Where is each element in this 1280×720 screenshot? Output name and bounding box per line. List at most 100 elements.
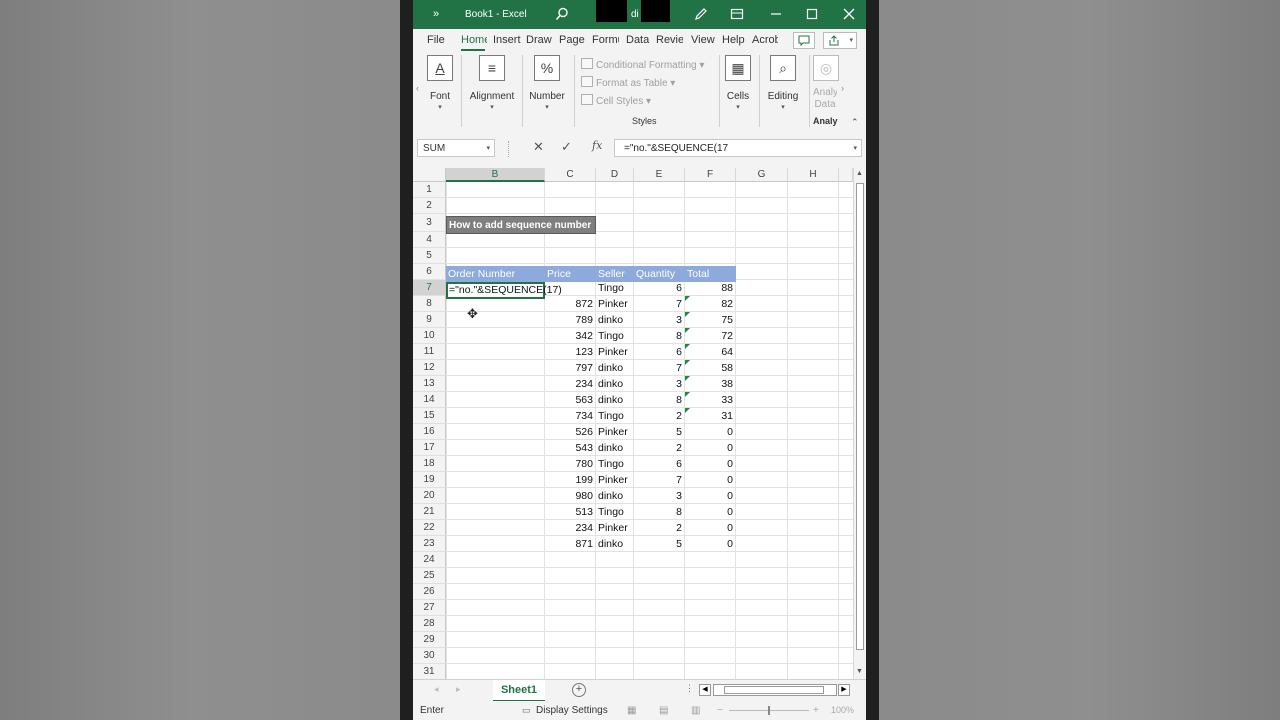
- price-cell[interactable]: 543: [545, 440, 596, 456]
- row-header-29[interactable]: 29: [413, 632, 446, 648]
- seller-cell[interactable]: dinko: [596, 312, 634, 328]
- quantity-cell[interactable]: 7: [634, 296, 685, 312]
- total-cell[interactable]: 82: [685, 296, 736, 312]
- price-cell[interactable]: 797: [545, 360, 596, 376]
- row-header-1[interactable]: 1: [413, 182, 446, 198]
- vertical-scrollbar[interactable]: ▲ ▼: [853, 168, 866, 679]
- error-indicator-icon[interactable]: [685, 296, 690, 301]
- row-header-11[interactable]: 11: [413, 344, 446, 360]
- row-header-2[interactable]: 2: [413, 198, 446, 214]
- row-header-28[interactable]: 28: [413, 616, 446, 632]
- price-cell[interactable]: 123: [545, 344, 596, 360]
- seller-cell[interactable]: dinko: [596, 360, 634, 376]
- display-settings-button[interactable]: Display Settings: [536, 705, 608, 716]
- column-header-d[interactable]: D: [596, 168, 634, 182]
- scroll-up-icon[interactable]: ▲: [856, 170, 863, 177]
- editing-button[interactable]: ⌕ Editing ▾: [765, 55, 801, 111]
- tab-page-layout[interactable]: Page: [559, 34, 585, 46]
- prev-sheet-icon[interactable]: ◂: [434, 684, 439, 695]
- tab-insert[interactable]: Insert: [493, 34, 523, 46]
- cell-styles-button[interactable]: Cell Styles ▾: [581, 94, 651, 107]
- column-header-f[interactable]: F: [685, 168, 736, 182]
- tab-acrobat[interactable]: Acrobat: [752, 34, 778, 46]
- row-header-13[interactable]: 13: [413, 376, 446, 392]
- row-header-18[interactable]: 18: [413, 456, 446, 472]
- price-cell[interactable]: 513: [545, 504, 596, 520]
- row-header-31[interactable]: 31: [413, 664, 446, 679]
- quantity-cell[interactable]: 8: [634, 504, 685, 520]
- format-as-table-button[interactable]: Format as Table ▾: [581, 76, 675, 89]
- row-header-9[interactable]: 9: [413, 312, 446, 328]
- error-indicator-icon[interactable]: [685, 344, 690, 349]
- column-header-c[interactable]: C: [545, 168, 596, 182]
- total-cell[interactable]: 0: [685, 488, 736, 504]
- quantity-cell[interactable]: 5: [634, 536, 685, 552]
- row-header-3[interactable]: 3: [413, 214, 446, 232]
- quantity-cell[interactable]: 5: [634, 424, 685, 440]
- row-header-23[interactable]: 23: [413, 536, 446, 552]
- display-settings-icon[interactable]: ▭: [522, 705, 531, 716]
- error-indicator-icon[interactable]: [685, 328, 690, 333]
- chevron-down-icon[interactable]: ▾: [853, 140, 857, 158]
- quantity-cell[interactable]: 8: [634, 328, 685, 344]
- scroll-left-icon[interactable]: ◀: [699, 684, 711, 696]
- column-header-h[interactable]: H: [788, 168, 839, 182]
- error-indicator-icon[interactable]: [685, 360, 690, 365]
- row-header-16[interactable]: 16: [413, 424, 446, 440]
- price-cell[interactable]: 199: [545, 472, 596, 488]
- enter-check-icon[interactable]: ✓: [561, 139, 572, 155]
- ribbon-scroll-right-icon[interactable]: ›: [841, 83, 844, 93]
- zoom-slider-thumb[interactable]: [768, 706, 770, 715]
- close-icon[interactable]: [843, 7, 855, 22]
- cancel-icon[interactable]: ✕: [533, 139, 544, 155]
- total-cell[interactable]: 0: [685, 536, 736, 552]
- quantity-cell[interactable]: 6: [634, 456, 685, 472]
- quantity-cell[interactable]: 3: [634, 312, 685, 328]
- analyze-data-button[interactable]: ◎ Analy Data: [813, 55, 839, 111]
- search-icon[interactable]: [555, 7, 569, 22]
- zoom-out-icon[interactable]: −: [717, 705, 723, 716]
- more-options-icon[interactable]: ⋮: [685, 683, 694, 694]
- collapse-ribbon-icon[interactable]: ⌃: [851, 117, 859, 128]
- total-cell[interactable]: 0: [685, 440, 736, 456]
- row-header-6[interactable]: 6: [413, 264, 446, 280]
- quantity-cell[interactable]: 3: [634, 488, 685, 504]
- seller-cell[interactable]: Tingo: [596, 408, 634, 424]
- tab-help[interactable]: Help: [722, 34, 746, 46]
- total-cell[interactable]: 33: [685, 392, 736, 408]
- quantity-cell[interactable]: 2: [634, 440, 685, 456]
- price-cell[interactable]: 563: [545, 392, 596, 408]
- row-header-4[interactable]: 4: [413, 232, 446, 248]
- quantity-cell[interactable]: 8: [634, 392, 685, 408]
- column-header-b[interactable]: B: [446, 168, 545, 182]
- scroll-down-icon[interactable]: ▼: [856, 668, 863, 675]
- column-header-i[interactable]: [839, 168, 853, 182]
- seller-cell[interactable]: Pinker: [596, 472, 634, 488]
- formula-input[interactable]: ="no."&SEQUENCE(17 ▾: [614, 139, 862, 157]
- seller-cell[interactable]: dinko: [596, 440, 634, 456]
- total-cell[interactable]: 64: [685, 344, 736, 360]
- header-quantity[interactable]: Quantity: [634, 266, 685, 282]
- tab-data[interactable]: Data: [626, 34, 652, 46]
- row-header-17[interactable]: 17: [413, 440, 446, 456]
- scroll-right-icon[interactable]: ▶: [838, 684, 850, 696]
- sheet-tab-sheet1[interactable]: Sheet1: [493, 680, 545, 702]
- quantity-cell[interactable]: 6: [634, 344, 685, 360]
- tab-file[interactable]: File: [427, 34, 447, 46]
- total-cell[interactable]: 0: [685, 456, 736, 472]
- font-button[interactable]: A Font ▾: [427, 55, 453, 111]
- tab-view[interactable]: View: [691, 34, 717, 46]
- error-indicator-icon[interactable]: [685, 392, 690, 397]
- row-header-15[interactable]: 15: [413, 408, 446, 424]
- seller-cell[interactable]: dinko: [596, 376, 634, 392]
- total-cell[interactable]: 88: [685, 280, 736, 296]
- price-cell[interactable]: 526: [545, 424, 596, 440]
- seller-cell[interactable]: Tingo: [596, 456, 634, 472]
- price-cell[interactable]: 234: [545, 376, 596, 392]
- total-cell[interactable]: 0: [685, 504, 736, 520]
- row-header-25[interactable]: 25: [413, 568, 446, 584]
- price-cell[interactable]: 980: [545, 488, 596, 504]
- seller-cell[interactable]: dinko: [596, 536, 634, 552]
- row-header-19[interactable]: 19: [413, 472, 446, 488]
- tab-review[interactable]: Review: [656, 34, 683, 46]
